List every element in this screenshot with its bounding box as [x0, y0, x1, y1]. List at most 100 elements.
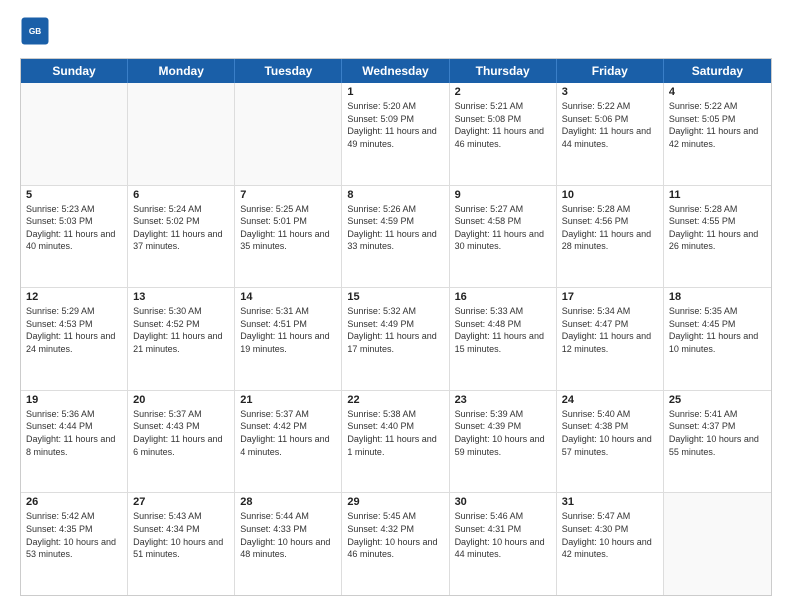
cell-info: Sunrise: 5:33 AM Sunset: 4:48 PM Dayligh… [455, 305, 551, 355]
cell-info: Sunrise: 5:28 AM Sunset: 4:55 PM Dayligh… [669, 203, 766, 253]
calendar-cell: 19 Sunrise: 5:36 AM Sunset: 4:44 PM Dayli… [21, 391, 128, 493]
cell-info: Sunrise: 5:45 AM Sunset: 4:32 PM Dayligh… [347, 510, 443, 560]
day-number: 10 [562, 189, 658, 201]
calendar-row: 1 Sunrise: 5:20 AM Sunset: 5:09 PM Daylig… [21, 83, 771, 186]
day-number: 8 [347, 189, 443, 201]
day-number: 7 [240, 189, 336, 201]
day-number: 12 [26, 291, 122, 303]
page: GB SundayMondayTuesdayWednesdayThursdayF… [0, 0, 792, 612]
calendar-cell: 28 Sunrise: 5:44 AM Sunset: 4:33 PM Dayli… [235, 493, 342, 595]
cell-info: Sunrise: 5:36 AM Sunset: 4:44 PM Dayligh… [26, 408, 122, 458]
calendar-cell: 3 Sunrise: 5:22 AM Sunset: 5:06 PM Daylig… [557, 83, 664, 185]
calendar-row: 19 Sunrise: 5:36 AM Sunset: 4:44 PM Dayli… [21, 391, 771, 494]
calendar-cell: 25 Sunrise: 5:41 AM Sunset: 4:37 PM Dayli… [664, 391, 771, 493]
calendar-cell: 23 Sunrise: 5:39 AM Sunset: 4:39 PM Dayli… [450, 391, 557, 493]
cell-info: Sunrise: 5:37 AM Sunset: 4:42 PM Dayligh… [240, 408, 336, 458]
cell-info: Sunrise: 5:37 AM Sunset: 4:43 PM Dayligh… [133, 408, 229, 458]
header: GB [20, 16, 772, 46]
cell-info: Sunrise: 5:27 AM Sunset: 4:58 PM Dayligh… [455, 203, 551, 253]
cell-info: Sunrise: 5:30 AM Sunset: 4:52 PM Dayligh… [133, 305, 229, 355]
day-number: 3 [562, 86, 658, 98]
calendar-cell [128, 83, 235, 185]
day-number: 31 [562, 496, 658, 508]
svg-text:GB: GB [29, 27, 41, 36]
day-number: 1 [347, 86, 443, 98]
day-number: 15 [347, 291, 443, 303]
calendar-row: 12 Sunrise: 5:29 AM Sunset: 4:53 PM Dayli… [21, 288, 771, 391]
calendar-cell [21, 83, 128, 185]
calendar-cell: 16 Sunrise: 5:33 AM Sunset: 4:48 PM Dayli… [450, 288, 557, 390]
weekday-header: Friday [557, 59, 664, 83]
day-number: 30 [455, 496, 551, 508]
day-number: 4 [669, 86, 766, 98]
calendar-header: SundayMondayTuesdayWednesdayThursdayFrid… [21, 59, 771, 83]
cell-info: Sunrise: 5:42 AM Sunset: 4:35 PM Dayligh… [26, 510, 122, 560]
calendar-cell: 13 Sunrise: 5:30 AM Sunset: 4:52 PM Dayli… [128, 288, 235, 390]
cell-info: Sunrise: 5:40 AM Sunset: 4:38 PM Dayligh… [562, 408, 658, 458]
cell-info: Sunrise: 5:24 AM Sunset: 5:02 PM Dayligh… [133, 203, 229, 253]
calendar-cell: 10 Sunrise: 5:28 AM Sunset: 4:56 PM Dayli… [557, 186, 664, 288]
weekday-header: Saturday [664, 59, 771, 83]
day-number: 24 [562, 394, 658, 406]
calendar-cell: 30 Sunrise: 5:46 AM Sunset: 4:31 PM Dayli… [450, 493, 557, 595]
cell-info: Sunrise: 5:41 AM Sunset: 4:37 PM Dayligh… [669, 408, 766, 458]
calendar-cell: 7 Sunrise: 5:25 AM Sunset: 5:01 PM Daylig… [235, 186, 342, 288]
day-number: 11 [669, 189, 766, 201]
calendar-cell: 17Sunrise: 5:34 AM Sunset: 4:47 PM Dayli… [557, 288, 664, 390]
day-number: 21 [240, 394, 336, 406]
day-number: 16 [455, 291, 551, 303]
calendar-cell: 6 Sunrise: 5:24 AM Sunset: 5:02 PM Daylig… [128, 186, 235, 288]
cell-info: Sunrise: 5:25 AM Sunset: 5:01 PM Dayligh… [240, 203, 336, 253]
day-number: 27 [133, 496, 229, 508]
cell-info: Sunrise: 5:31 AM Sunset: 4:51 PM Dayligh… [240, 305, 336, 355]
day-number: 22 [347, 394, 443, 406]
calendar-cell: 29 Sunrise: 5:45 AM Sunset: 4:32 PM Dayli… [342, 493, 449, 595]
day-number: 6 [133, 189, 229, 201]
calendar-cell: 1 Sunrise: 5:20 AM Sunset: 5:09 PM Daylig… [342, 83, 449, 185]
day-number: 25 [669, 394, 766, 406]
calendar-cell: 2Sunrise: 5:21 AM Sunset: 5:08 PM Daylig… [450, 83, 557, 185]
calendar-cell: 18 Sunrise: 5:35 AM Sunset: 4:45 PM Dayli… [664, 288, 771, 390]
calendar-cell: 11 Sunrise: 5:28 AM Sunset: 4:55 PM Dayli… [664, 186, 771, 288]
calendar-cell [235, 83, 342, 185]
calendar: SundayMondayTuesdayWednesdayThursdayFrid… [20, 58, 772, 596]
calendar-cell: 20 Sunrise: 5:37 AM Sunset: 4:43 PM Dayli… [128, 391, 235, 493]
cell-info: Sunrise: 5:22 AM Sunset: 5:05 PM Dayligh… [669, 100, 766, 150]
cell-info: Sunrise: 5:39 AM Sunset: 4:39 PM Dayligh… [455, 408, 551, 458]
day-number: 13 [133, 291, 229, 303]
day-number: 18 [669, 291, 766, 303]
logo: GB [20, 16, 54, 46]
calendar-cell: 8Sunrise: 5:26 AM Sunset: 4:59 PM Daylig… [342, 186, 449, 288]
cell-info: Sunrise: 5:47 AM Sunset: 4:30 PM Dayligh… [562, 510, 658, 560]
day-number: 19 [26, 394, 122, 406]
cell-info: Sunrise: 5:29 AM Sunset: 4:53 PM Dayligh… [26, 305, 122, 355]
day-number: 17 [562, 291, 658, 303]
calendar-cell: 22Sunrise: 5:38 AM Sunset: 4:40 PM Dayli… [342, 391, 449, 493]
day-number: 20 [133, 394, 229, 406]
day-number: 28 [240, 496, 336, 508]
calendar-cell: 12 Sunrise: 5:29 AM Sunset: 4:53 PM Dayli… [21, 288, 128, 390]
weekday-header: Monday [128, 59, 235, 83]
calendar-row: 5Sunrise: 5:23 AM Sunset: 5:03 PM Daylig… [21, 186, 771, 289]
cell-info: Sunrise: 5:22 AM Sunset: 5:06 PM Dayligh… [562, 100, 658, 150]
cell-info: Sunrise: 5:44 AM Sunset: 4:33 PM Dayligh… [240, 510, 336, 560]
day-number: 9 [455, 189, 551, 201]
day-number: 26 [26, 496, 122, 508]
calendar-cell: 15 Sunrise: 5:32 AM Sunset: 4:49 PM Dayli… [342, 288, 449, 390]
cell-info: Sunrise: 5:21 AM Sunset: 5:08 PM Dayligh… [455, 100, 551, 150]
calendar-row: 26 Sunrise: 5:42 AM Sunset: 4:35 PM Dayli… [21, 493, 771, 595]
cell-info: Sunrise: 5:46 AM Sunset: 4:31 PM Dayligh… [455, 510, 551, 560]
calendar-cell [664, 493, 771, 595]
cell-info: Sunrise: 5:20 AM Sunset: 5:09 PM Dayligh… [347, 100, 443, 150]
cell-info: Sunrise: 5:32 AM Sunset: 4:49 PM Dayligh… [347, 305, 443, 355]
cell-info: Sunrise: 5:28 AM Sunset: 4:56 PM Dayligh… [562, 203, 658, 253]
calendar-cell: 21 Sunrise: 5:37 AM Sunset: 4:42 PM Dayli… [235, 391, 342, 493]
day-number: 29 [347, 496, 443, 508]
calendar-body: 1 Sunrise: 5:20 AM Sunset: 5:09 PM Daylig… [21, 83, 771, 595]
cell-info: Sunrise: 5:43 AM Sunset: 4:34 PM Dayligh… [133, 510, 229, 560]
day-number: 23 [455, 394, 551, 406]
calendar-cell: 26 Sunrise: 5:42 AM Sunset: 4:35 PM Dayli… [21, 493, 128, 595]
calendar-cell: 5Sunrise: 5:23 AM Sunset: 5:03 PM Daylig… [21, 186, 128, 288]
day-number: 14 [240, 291, 336, 303]
cell-info: Sunrise: 5:35 AM Sunset: 4:45 PM Dayligh… [669, 305, 766, 355]
